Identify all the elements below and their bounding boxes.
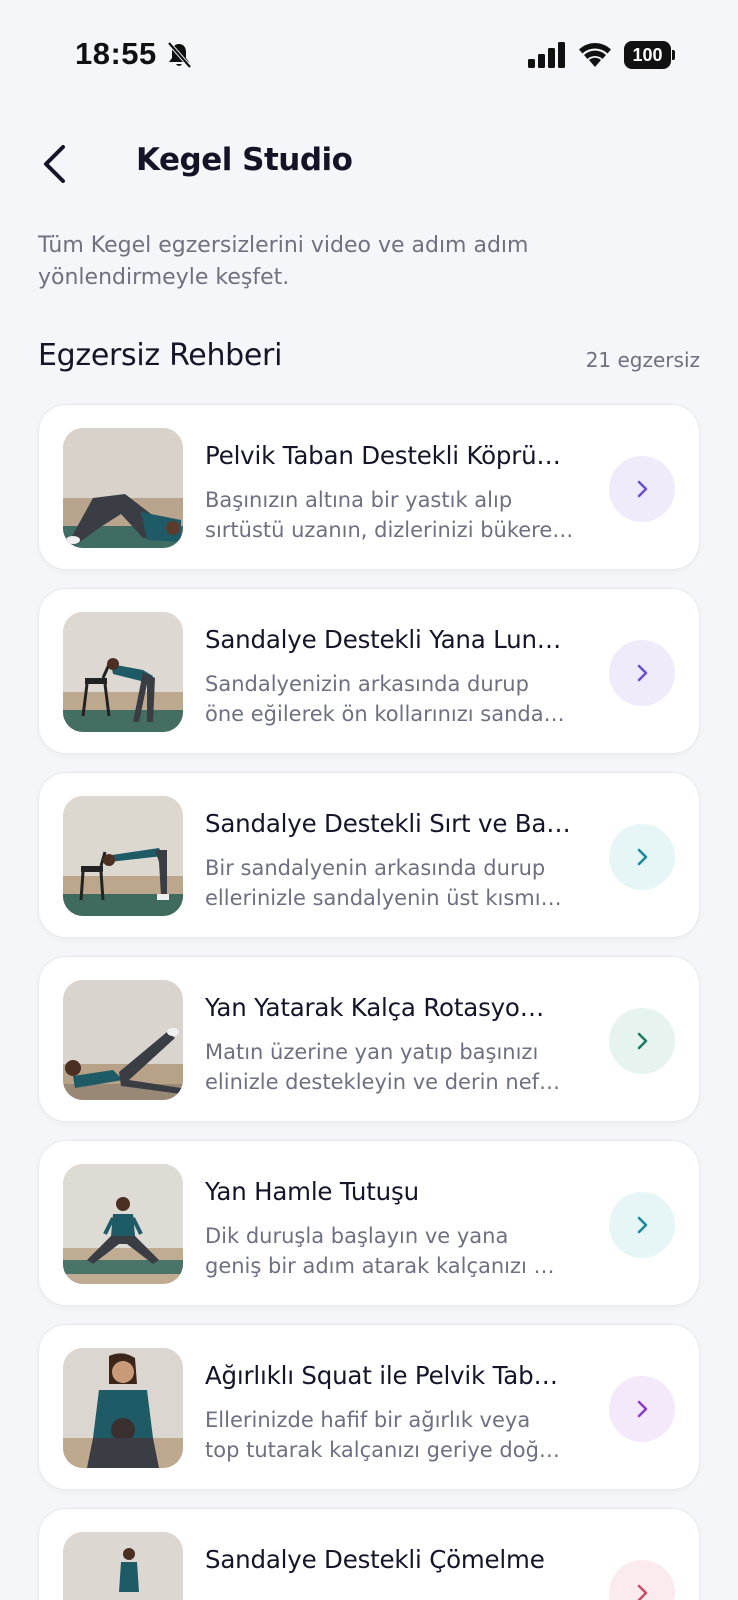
exercise-title: Yan Hamle Tutuşu (205, 1177, 419, 1206)
exercise-thumbnail (63, 428, 183, 548)
exercise-title: Sandalye Destekli Sırt ve Ba… (205, 809, 571, 838)
kegel-studio-screen: 18:55 100 Kegel Studio Tüm Kegel egzersi… (0, 0, 738, 1600)
chevron-right-icon (637, 1400, 648, 1418)
page-subtitle: Tüm Kegel egzersizlerini video ve adım a… (38, 233, 529, 290)
exercise-card[interactable]: Sandalye Destekli Çömelme (38, 1508, 700, 1600)
exercise-description: Sandalyenizin arkasında durup öne eğiler… (205, 672, 565, 726)
chevron-right-icon (637, 480, 648, 498)
exercise-description: Bir sandalyenin arkasında durup ellerini… (205, 856, 562, 910)
open-exercise-button[interactable] (609, 1560, 675, 1600)
exercise-title: Yan Yatarak Kalça Rotasyo… (205, 993, 545, 1022)
page-title: Kegel Studio (136, 142, 353, 178)
exercise-description: Başınızın altına bir yastık alıp sırtüst… (205, 488, 574, 542)
battery-level: 100 (624, 41, 671, 69)
chevron-right-icon (637, 664, 648, 682)
exercise-card[interactable]: Sandalye Destekli Yana Lun… Sandalyenizi… (38, 588, 700, 754)
open-exercise-button[interactable] (609, 640, 675, 706)
exercise-thumbnail (63, 980, 183, 1100)
signal-icon (528, 42, 565, 68)
chevron-left-icon (44, 145, 65, 183)
exercise-description: Ellerinizde hafif bir ağırlık veya top t… (205, 1408, 560, 1462)
exercise-thumbnail (63, 612, 183, 732)
status-bar: 18:55 100 (0, 0, 738, 110)
exercise-title: Ağırlıklı Squat ile Pelvik Tab… (205, 1361, 558, 1390)
open-exercise-button[interactable] (609, 1376, 675, 1442)
exercise-card[interactable]: Yan Yatarak Kalça Rotasyo… Matın üzerine… (38, 956, 700, 1122)
open-exercise-button[interactable] (609, 1192, 675, 1258)
bell-off-icon (167, 41, 192, 69)
exercise-thumbnail (63, 1532, 183, 1600)
exercise-title: Pelvik Taban Destekli Köprü… (205, 441, 561, 470)
exercise-thumbnail (63, 1164, 183, 1284)
section-title: Egzersiz Rehberi (38, 338, 283, 373)
wifi-icon (579, 43, 611, 67)
back-button[interactable] (32, 140, 76, 188)
exercise-title: Sandalye Destekli Yana Lun… (205, 625, 562, 654)
exercise-description: Matın üzerine yan yatıp başınızı elinizl… (205, 1040, 561, 1094)
status-time: 18:55 (75, 36, 157, 71)
chevron-right-icon (637, 1032, 648, 1050)
chevron-right-icon (637, 1584, 648, 1600)
exercise-card[interactable]: Ağırlıklı Squat ile Pelvik Tab… Ellerini… (38, 1324, 700, 1490)
chevron-right-icon (637, 848, 648, 866)
exercise-count: 21 egzersiz (585, 348, 700, 372)
exercise-thumbnail (63, 796, 183, 916)
exercise-card[interactable]: Pelvik Taban Destekli Köprü… Başınızın a… (38, 404, 700, 570)
exercise-card[interactable]: Yan Hamle Tutuşu Dik duruşla başlayın ve… (38, 1140, 700, 1306)
open-exercise-button[interactable] (609, 456, 675, 522)
exercise-thumbnail (63, 1348, 183, 1468)
exercise-description: Dik duruşla başlayın ve yana geniş bir a… (205, 1224, 555, 1278)
open-exercise-button[interactable] (609, 1008, 675, 1074)
chevron-right-icon (637, 1216, 648, 1234)
open-exercise-button[interactable] (609, 824, 675, 890)
exercise-title: Sandalye Destekli Çömelme (205, 1545, 545, 1574)
exercise-card[interactable]: Sandalye Destekli Sırt ve Ba… Bir sandal… (38, 772, 700, 938)
battery-icon: 100 (624, 41, 676, 69)
